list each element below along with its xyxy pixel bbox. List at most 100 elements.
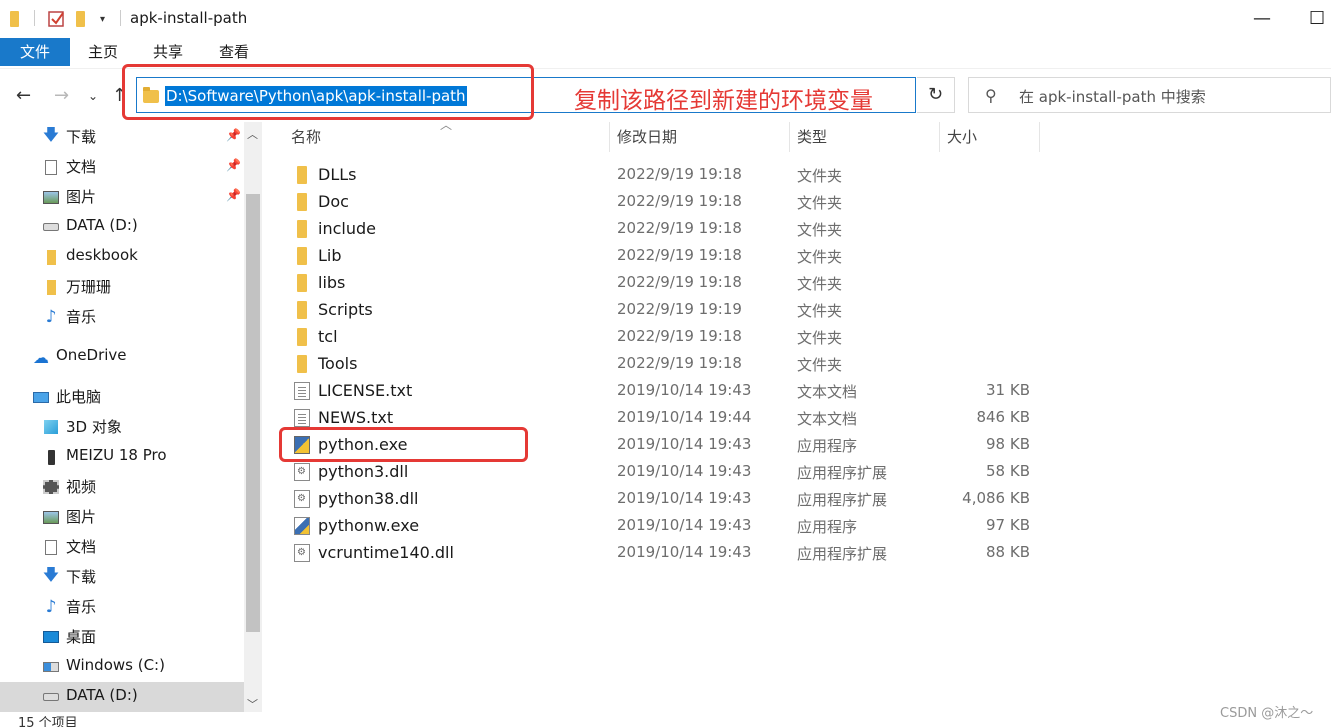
file-size: 4,086 KB [962, 489, 1030, 507]
sidebar-item-label: 3D 对象 [66, 418, 122, 436]
sidebar-item[interactable]: 🡇 下载 [0, 562, 244, 592]
sidebar-item[interactable]: deskbook [0, 242, 244, 272]
quick-access-dropdown-icon[interactable]: ▾ [100, 10, 105, 28]
file-row[interactable]: pythonw.exe 2019/10/14 19:43 应用程序 97 KB [278, 512, 1278, 539]
file-row[interactable]: DLLs 2022/9/19 19:18 文件夹 [278, 161, 1278, 188]
column-header-name[interactable]: 名称 [291, 122, 321, 152]
file-row[interactable]: python.exe 2019/10/14 19:43 应用程序 98 KB [278, 431, 1278, 458]
folder-icon [297, 328, 307, 346]
tab-file[interactable]: 文件 [0, 38, 70, 66]
file-row[interactable]: python3.dll 2019/10/14 19:43 应用程序扩展 58 KB [278, 458, 1278, 485]
column-header-type[interactable]: 类型 [797, 122, 827, 152]
nav-scrollbar[interactable]: ︿ ﹀ [244, 122, 262, 712]
sidebar-item[interactable]: DATA (D:) [0, 682, 244, 712]
column-header-size[interactable]: 大小 [947, 122, 977, 152]
cloud-icon: ☁ [33, 347, 49, 367]
new-folder-icon[interactable] [76, 10, 85, 28]
column-header-modified[interactable]: 修改日期 [617, 122, 677, 152]
sidebar-item[interactable]: 视频 [0, 472, 244, 502]
file-size: 97 KB [986, 516, 1030, 534]
sidebar-item[interactable]: 图片 [0, 502, 244, 532]
annotation-text: 复制该路径到新建的环境变量 [574, 88, 873, 114]
file-name: LICENSE.txt [318, 381, 413, 400]
up-arrow-icon[interactable]: ↑ [112, 85, 127, 106]
file-name: vcruntime140.dll [318, 543, 454, 562]
divider [34, 10, 35, 26]
file-modified-date: 2019/10/14 19:44 [617, 408, 752, 426]
tab-share[interactable]: 共享 [144, 38, 192, 66]
document-icon [42, 158, 60, 176]
sidebar-item[interactable]: MEIZU 18 Pro [0, 442, 244, 472]
minimize-button[interactable]: — [1253, 8, 1271, 29]
music-note-icon: ♪ [45, 307, 57, 327]
status-item-count: 15 个项目 [18, 716, 78, 727]
file-size: 88 KB [986, 543, 1030, 561]
file-modified-date: 2019/10/14 19:43 [617, 381, 752, 399]
maximize-button[interactable]: ☐ [1309, 8, 1325, 29]
file-row[interactable]: Lib 2022/9/19 19:18 文件夹 [278, 242, 1278, 269]
picture-icon [42, 188, 60, 206]
address-path-text[interactable]: D:\Software\Python\apk\apk-install-path [165, 86, 467, 106]
column-divider[interactable] [609, 122, 610, 152]
pin-icon[interactable]: 📌 [226, 188, 241, 202]
file-name: Scripts [318, 300, 373, 319]
sidebar-item[interactable]: Windows (C:) [0, 652, 244, 682]
file-row[interactable]: Doc 2022/9/19 19:18 文件夹 [278, 188, 1278, 215]
file-row[interactable]: LICENSE.txt 2019/10/14 19:43 文本文档 31 KB [278, 377, 1278, 404]
file-modified-date: 2022/9/19 19:18 [617, 327, 742, 345]
dll-file-icon [294, 463, 310, 481]
search-input[interactable]: ⚲ 在 apk-install-path 中搜索 [968, 77, 1331, 113]
divider [120, 10, 121, 26]
file-name: libs [318, 273, 346, 292]
sidebar-item-label: Windows (C:) [66, 656, 165, 674]
sidebar-item[interactable]: 万珊珊 [0, 272, 244, 302]
tab-view[interactable]: 查看 [210, 38, 258, 66]
file-modified-date: 2022/9/19 19:18 [617, 165, 742, 183]
scroll-thumb[interactable] [246, 194, 260, 632]
folder-icon [297, 274, 307, 292]
sidebar-item[interactable]: ♪ 音乐 [0, 592, 244, 622]
back-arrow-icon[interactable]: ← [16, 85, 31, 106]
sidebar-item-label: 音乐 [66, 598, 97, 616]
file-modified-date: 2019/10/14 19:43 [617, 462, 752, 480]
file-modified-date: 2022/9/19 19:18 [617, 273, 742, 291]
sidebar-item[interactable]: 图片 📌 [0, 182, 244, 212]
column-divider[interactable] [789, 122, 790, 152]
recent-locations-chevron-icon[interactable]: ⌄ [88, 89, 98, 103]
file-row[interactable]: python38.dll 2019/10/14 19:43 应用程序扩展 4,086 … [278, 485, 1278, 512]
file-type: 文件夹 [797, 275, 843, 293]
file-size: 98 KB [986, 435, 1030, 453]
column-divider[interactable] [939, 122, 940, 152]
sidebar-item[interactable]: ♪ 音乐 [0, 302, 244, 332]
file-row[interactable]: tcl 2022/9/19 19:18 文件夹 [278, 323, 1278, 350]
sidebar-item[interactable]: 文档 [0, 532, 244, 562]
file-row[interactable]: libs 2022/9/19 19:18 文件夹 [278, 269, 1278, 296]
file-row[interactable]: NEWS.txt 2019/10/14 19:44 文本文档 846 KB [278, 404, 1278, 431]
sidebar-item[interactable]: 文档 📌 [0, 152, 244, 182]
sidebar-item[interactable]: 桌面 [0, 622, 244, 652]
file-name: Lib [318, 246, 342, 265]
sidebar-item[interactable]: 此电脑 [0, 382, 244, 412]
file-row[interactable]: Tools 2022/9/19 19:18 文件夹 [278, 350, 1278, 377]
sidebar-item[interactable]: DATA (D:) [0, 212, 244, 242]
sidebar-item[interactable]: ☁ OneDrive [0, 342, 244, 372]
scroll-down-chevron-icon[interactable]: ﹀ [247, 696, 258, 712]
file-row[interactable]: Scripts 2022/9/19 19:19 文件夹 [278, 296, 1278, 323]
scroll-up-chevron-icon[interactable]: ︿ [247, 126, 258, 142]
column-divider[interactable] [1039, 122, 1040, 152]
sidebar-item[interactable]: 3D 对象 [0, 412, 244, 442]
pin-icon[interactable]: 📌 [226, 158, 241, 172]
properties-checkmark-icon[interactable] [48, 10, 66, 28]
download-arrow-icon: 🡇 [42, 124, 60, 144]
file-row[interactable]: vcruntime140.dll 2019/10/14 19:43 应用程序扩展 88… [278, 539, 1278, 566]
file-row[interactable]: include 2022/9/19 19:18 文件夹 [278, 215, 1278, 242]
tab-home[interactable]: 主页 [80, 38, 126, 66]
forward-arrow-icon[interactable]: → [54, 85, 69, 106]
address-row: ← → ⌄ ↑ D:\Software\Python\apk\apk-insta… [0, 68, 1331, 122]
folder-icon [297, 247, 307, 265]
sidebar-item[interactable]: 🡇 下载 📌 [0, 122, 244, 152]
file-name: include [318, 219, 376, 238]
refresh-button[interactable]: ↻ [917, 77, 955, 113]
pin-icon[interactable]: 📌 [226, 128, 241, 142]
file-name: python.exe [318, 435, 408, 454]
